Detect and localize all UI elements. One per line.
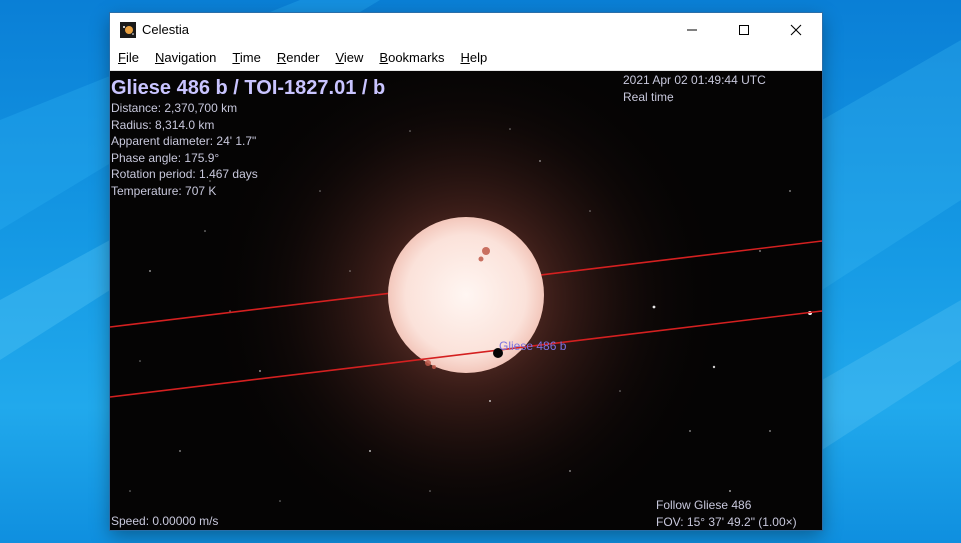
celestia-window: Celestia File Navigation Time Render Vie…	[110, 13, 822, 530]
time-panel: 2021 Apr 02 01:49:44 UTC Real time	[623, 72, 766, 105]
title-bar[interactable]: Celestia	[110, 13, 822, 46]
rotation-period-readout: Rotation period: 1.467 days	[111, 167, 258, 182]
fov-readout: FOV: 15° 37' 49.2" (1.00×)	[656, 514, 797, 529]
menu-bookmarks[interactable]: Bookmarks	[371, 46, 452, 70]
maximize-button[interactable]	[718, 13, 770, 46]
camera-panel: Follow Gliese 486 FOV: 15° 37' 49.2" (1.…	[656, 497, 797, 530]
space-viewport[interactable]: Gliese 486 b Gliese 486 b / TOI-1827.01 …	[110, 71, 822, 530]
minimize-button[interactable]	[666, 13, 718, 46]
menu-bar: File Navigation Time Render View Bookmar…	[110, 46, 822, 71]
distance-readout: Distance: 2,370,700 km	[111, 101, 238, 115]
speed-readout: Speed: 0.00000 m/s	[111, 514, 219, 528]
radius-readout: Radius: 8,314.0 km	[111, 117, 215, 132]
object-info-panel: Gliese 486 b / TOI-1827.01 / b Distance:…	[111, 76, 385, 200]
menu-navigation[interactable]: Navigation	[147, 46, 224, 70]
maximize-icon	[739, 24, 749, 35]
menu-view[interactable]: View	[327, 46, 371, 70]
datetime-readout: 2021 Apr 02 01:49:44 UTC	[623, 73, 766, 87]
menu-file[interactable]: File	[110, 46, 147, 70]
phase-angle-readout: Phase angle: 175.9°	[111, 150, 220, 165]
menu-time[interactable]: Time	[224, 46, 268, 70]
menu-render[interactable]: Render	[269, 46, 328, 70]
apparent-diameter-readout: Apparent diameter: 24' 1.7"	[111, 134, 257, 149]
time-mode-readout: Real time	[623, 89, 674, 104]
minimize-icon	[687, 29, 697, 30]
follow-readout: Follow Gliese 486	[656, 498, 752, 512]
celestia-app-icon	[120, 21, 136, 38]
close-icon	[790, 24, 802, 35]
menu-help[interactable]: Help	[452, 46, 495, 70]
window-title: Celestia	[142, 22, 189, 37]
planet-label: Gliese 486 b	[499, 339, 567, 353]
temperature-readout: Temperature: 707 K	[111, 183, 217, 198]
close-button[interactable]	[770, 13, 822, 46]
object-name: Gliese 486 b / TOI-1827.01 / b	[111, 77, 386, 99]
